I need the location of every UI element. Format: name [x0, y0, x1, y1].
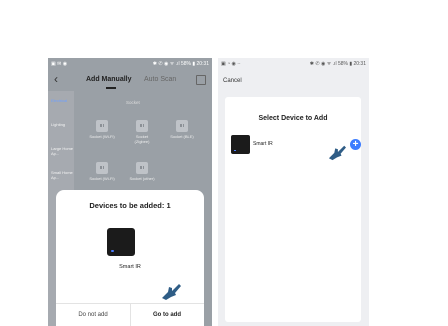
go-to-add-button[interactable]: Go to add	[130, 304, 204, 326]
section-title-socket: Socket	[126, 100, 140, 105]
do-not-add-button[interactable]: Do not add	[56, 304, 131, 326]
back-arrow-icon[interactable]: ‹	[54, 72, 58, 86]
socket-icon	[136, 162, 148, 174]
socket-icon	[96, 162, 108, 174]
sheet-buttons: Do not add Go to add	[56, 303, 204, 326]
device-label: Socket (Zigbee)	[134, 134, 150, 144]
nav-bar: ‹ Add Manually Auto Scan	[48, 69, 212, 91]
tab-add-manually[interactable]: Add Manually	[86, 76, 132, 83]
device-socket-zigbee[interactable]: Socket (Zigbee)	[128, 120, 156, 144]
socket-icon	[176, 120, 188, 132]
plus-icon[interactable]: +	[350, 139, 361, 150]
device-socket-ble[interactable]: Socket (BLE)	[168, 120, 196, 139]
scan-icon[interactable]	[196, 75, 206, 85]
status-bar: ▣ ✉ ◉ ✱ ✆ ◉ ᯤ .ıl 58% ▮ 20:31	[48, 58, 212, 69]
status-icons-right: ✱ ✆ ◉ ᯤ .ıl 58% ▮ 20:31	[152, 61, 209, 67]
smart-ir-device-icon	[231, 135, 250, 154]
tab-auto-scan[interactable]: Auto Scan	[144, 76, 176, 83]
category-item-lighting[interactable]: Lighting	[51, 122, 65, 127]
device-label: Socket (Wi-Fi)	[89, 176, 115, 181]
status-icons-right: ✱ ✆ ◉ ᯤ .ıl 58% ▮ 20:31	[309, 61, 366, 67]
device-socket-wifi[interactable]: Socket (Wi-Fi)	[88, 120, 116, 139]
device-label: Socket (Wi-Fi)	[89, 134, 115, 139]
status-icons-left: ▣ ✉ ◉	[51, 61, 68, 67]
phone-screen-left: ▣ ✉ ◉ ✱ ✆ ◉ ᯤ .ıl 58% ▮ 20:31 ‹ Add Manu…	[48, 58, 212, 326]
sheet-title: Devices to be added: 1	[89, 201, 171, 210]
select-device-card: Select Device to Add Smart IR +	[225, 97, 361, 322]
phone-screen-right: ▣ ◔ ◉ ·· ✱ ✆ ◉ ᯤ .ıl 58% ▮ 20:31 Cancel …	[218, 58, 369, 326]
category-item-large-home[interactable]: Large Home Ap...	[51, 146, 73, 156]
status-icons-left: ▣ ◔ ◉ ··	[221, 61, 241, 67]
category-item-small-home[interactable]: Small Home Ap...	[51, 170, 73, 180]
pointer-hand-icon	[328, 145, 346, 161]
socket-icon	[96, 120, 108, 132]
device-socket-wifi-2[interactable]: Socket (Wi-Fi)	[88, 162, 116, 181]
device-socket-other[interactable]: Socket (other)	[128, 162, 156, 181]
add-devices-sheet: Devices to be added: 1 Smart IR Do not a…	[56, 190, 204, 326]
device-name: Smart IR	[119, 264, 141, 270]
smart-ir-device-icon	[107, 228, 135, 256]
device-name: Smart IR	[253, 141, 273, 147]
device-label: Socket (BLE)	[170, 134, 194, 139]
pointer-hand-icon	[162, 284, 181, 300]
category-item-electrical[interactable]: Electrical	[51, 98, 67, 103]
device-label: Socket (other)	[129, 176, 155, 181]
cancel-button[interactable]: Cancel	[223, 78, 242, 84]
card-title: Select Device to Add	[258, 115, 328, 122]
status-bar: ▣ ◔ ◉ ·· ✱ ✆ ◉ ᯤ .ıl 58% ▮ 20:31	[218, 58, 369, 69]
tab-underline	[106, 87, 116, 89]
socket-icon	[136, 120, 148, 132]
